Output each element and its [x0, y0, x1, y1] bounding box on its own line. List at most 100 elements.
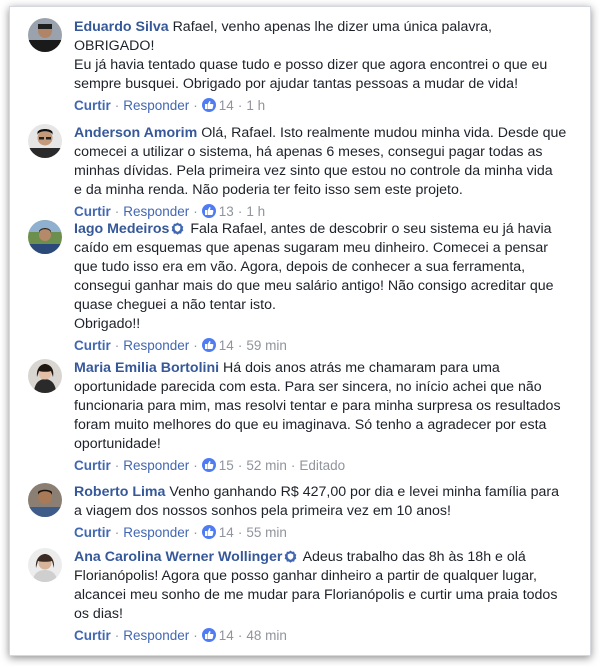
comment-body: Roberto Lima Venho ganhando R$ 427,00 po… [74, 483, 578, 521]
comment-text-line: Há dois anos atrás me chamaram para uma [223, 360, 500, 376]
timestamp[interactable]: 1 h [246, 98, 265, 113]
separator: · [237, 204, 243, 219]
thumbs-up-icon[interactable] [201, 458, 216, 472]
comment-body: Iago Medeiros Fala Rafael, antes de desc… [74, 220, 578, 334]
thumbs-up-icon[interactable] [201, 98, 216, 112]
comment-text-line: comecei a utilizar o sistema, há apenas … [74, 144, 543, 160]
like-count[interactable]: 15 [219, 458, 234, 473]
avatar[interactable] [28, 483, 62, 517]
comment-actions: Curtir · Responder · 15 · 52 min · Editado [74, 457, 345, 475]
reply-link[interactable]: Responder [123, 458, 189, 473]
separator: · [237, 98, 243, 113]
commenter-name[interactable]: Eduardo Silva [74, 19, 169, 35]
timestamp[interactable]: 55 min [246, 525, 287, 540]
comment-text-line: quase cheguei a não tentar isto. [74, 297, 276, 313]
avatar[interactable] [28, 548, 62, 582]
separator: · [193, 525, 198, 540]
separator: · [114, 458, 120, 473]
comment-text-line: Florianópolis! Agora que posso ganhar di… [74, 568, 537, 584]
commenter-name[interactable]: Roberto Lima [74, 484, 165, 500]
comment-text-line: e da minha renda. Não poderia ter feito … [74, 182, 463, 198]
thumbs-up-icon[interactable] [201, 525, 216, 539]
separator: · [193, 458, 198, 473]
avatar[interactable] [28, 124, 62, 158]
edited-label[interactable]: Editado [299, 458, 345, 473]
reply-link[interactable]: Responder [123, 525, 189, 540]
reply-link[interactable]: Responder [123, 98, 189, 113]
comment-text-line: oportunidade! [74, 436, 161, 452]
comment-text-line: Obrigado!! [74, 316, 141, 332]
comment-text-line: minhas dívidas. Pela primeira vez sinto … [74, 163, 553, 179]
separator: · [237, 628, 243, 643]
comment-text-line: Olá, Rafael. Isto realmente mudou minha … [201, 125, 567, 141]
reply-link[interactable]: Responder [123, 204, 189, 219]
timestamp[interactable]: 59 min [246, 338, 287, 353]
reply-link[interactable]: Responder [123, 338, 189, 353]
separator: · [114, 338, 120, 353]
comment-text-line: foram muito melhores do que eu imaginava… [74, 417, 547, 433]
separator: · [193, 98, 198, 113]
verified-badge-icon [284, 550, 297, 563]
separator: · [114, 98, 120, 113]
comment-text-line: alcancei meu sonho de me mudar para Flor… [74, 587, 558, 603]
like-count[interactable]: 14 [219, 98, 234, 113]
comment-actions: Curtir · Responder · 14 · 59 min [74, 337, 287, 355]
timestamp[interactable]: 1 h [246, 204, 265, 219]
comment-text-line: Venho ganhando R$ 427,00 por dia e levei… [169, 484, 560, 500]
avatar[interactable] [28, 359, 62, 393]
like-link[interactable]: Curtir [74, 204, 111, 219]
verified-badge-icon [171, 222, 184, 235]
comment-text-line: consegui ganhar mais do que meu salário … [74, 278, 554, 294]
like-count[interactable]: 14 [219, 338, 234, 353]
reply-link[interactable]: Responder [123, 628, 189, 643]
like-count[interactable]: 13 [219, 204, 234, 219]
separator: · [114, 204, 120, 219]
comment-text-line: os dias! [74, 606, 123, 622]
like-link[interactable]: Curtir [74, 338, 111, 353]
comment-text-line: Eu já havia tentado quase tudo e posso d… [74, 57, 548, 73]
like-link[interactable]: Curtir [74, 458, 111, 473]
comment-text-line: funcionaria para mim, mas resolvi tentar… [74, 398, 561, 414]
separator: · [237, 458, 243, 473]
commenter-name[interactable]: Maria Emilia Bortolini [74, 360, 219, 376]
avatar[interactable] [28, 18, 62, 52]
comment-text-line: que tudo isso era em vão. Agora, depois … [74, 259, 526, 275]
like-count[interactable]: 14 [219, 525, 234, 540]
comment-body: Anderson Amorim Olá, Rafael. Isto realme… [74, 124, 578, 200]
timestamp[interactable]: 48 min [246, 628, 287, 643]
separator: · [193, 204, 198, 219]
separator: · [237, 338, 243, 353]
commenter-name[interactable]: Anderson Amorim [74, 125, 197, 141]
separator: · [193, 338, 198, 353]
comment-text-line: Rafael, venho apenas lhe dizer uma única… [172, 19, 492, 35]
avatar[interactable] [28, 220, 62, 254]
like-link[interactable]: Curtir [74, 628, 111, 643]
comment-body: Maria Emilia Bortolini Há dois anos atrá… [74, 359, 578, 454]
thumbs-up-icon[interactable] [201, 628, 216, 642]
comment-text-line: caído em esquemas que apenas sugaram meu… [74, 240, 548, 256]
comments-panel: Eduardo Silva Rafael, venho apenas lhe d… [9, 6, 591, 656]
thumbs-up-icon[interactable] [201, 204, 216, 218]
like-count[interactable]: 14 [219, 628, 234, 643]
separator: · [114, 628, 120, 643]
comment-text-line: Adeus trabalho das 8h às 18h e olá [302, 549, 526, 565]
comment-text-line: Fala Rafael, antes de descobrir o seu si… [190, 221, 552, 237]
commenter-name[interactable]: Ana Carolina Werner Wollinger [74, 549, 282, 565]
comment-actions: Curtir · Responder · 14 · 55 min [74, 524, 287, 542]
comment-text-line: a viagem dos nossos sonhos pela primeira… [74, 503, 451, 519]
separator: · [114, 525, 120, 540]
comment-body: Eduardo Silva Rafael, venho apenas lhe d… [74, 18, 578, 94]
comment-text-line: OBRIGADO! [74, 38, 155, 54]
comment-actions: Curtir · Responder · 14 · 1 h [74, 97, 265, 115]
commenter-name[interactable]: Iago Medeiros [74, 221, 169, 237]
comment-actions: Curtir · Responder · 14 · 48 min [74, 627, 287, 645]
comment-body: Ana Carolina Werner Wollinger Adeus trab… [74, 548, 578, 624]
like-link[interactable]: Curtir [74, 98, 111, 113]
comment-text-line: oportunidade parecida com esta. Para ser… [74, 379, 542, 395]
like-link[interactable]: Curtir [74, 525, 111, 540]
thumbs-up-icon[interactable] [201, 338, 216, 352]
comment-actions: Curtir · Responder · 13 · 1 h [74, 203, 265, 221]
timestamp[interactable]: 52 min [246, 458, 287, 473]
separator: · [290, 458, 296, 473]
comment-text-line: sempre busquei. Obrigado por ajudar tant… [74, 76, 519, 92]
